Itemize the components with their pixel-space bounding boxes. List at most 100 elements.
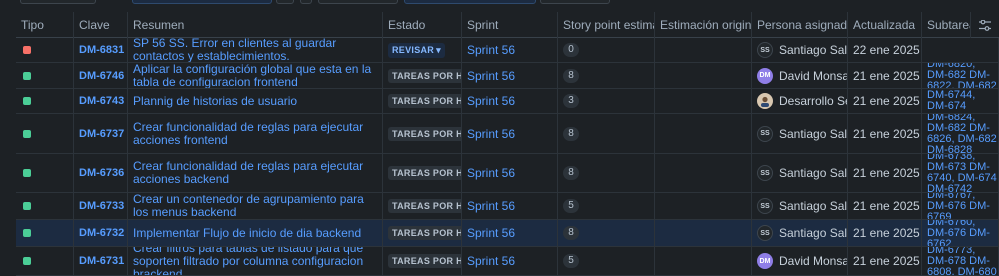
toolbar-control[interactable] bbox=[300, 0, 312, 4]
assignee-name[interactable]: Santiago Salgado bbox=[779, 226, 847, 240]
table-row[interactable]: DM-6732 Implementar Flujo de inicio de di… bbox=[16, 220, 999, 247]
issue-key-link[interactable]: DM-6732 bbox=[79, 227, 124, 239]
story-point-badge[interactable]: 3 bbox=[563, 94, 579, 108]
issue-summary-link[interactable]: Crear filtros para tablas de listado par… bbox=[133, 247, 382, 275]
sprint-link[interactable]: Sprint 56 bbox=[467, 69, 515, 83]
story-point-badge[interactable]: 8 bbox=[563, 68, 579, 83]
status-badge[interactable]: TAREAS POR HAC... bbox=[388, 126, 461, 141]
avatar: SS bbox=[757, 225, 773, 241]
column-header-estado[interactable]: Estado bbox=[383, 12, 462, 38]
issue-key-link[interactable]: DM-6743 bbox=[79, 95, 124, 107]
cell-subtasks: DM-6767, DM-676 DM-6769 bbox=[922, 193, 999, 219]
subtasks-links[interactable]: DM-6820, DM-682 DM-6822, DM-682 bbox=[927, 63, 998, 88]
subtasks-links[interactable]: DM-6773, DM-678 DM-6808, DM-680 bbox=[927, 247, 998, 275]
assignee-name[interactable]: David Monsalve bbox=[779, 254, 847, 268]
sprint-link[interactable]: Sprint 56 bbox=[467, 94, 515, 108]
cell-persona: DM David Monsalve bbox=[752, 247, 848, 275]
issue-summary-link[interactable]: Implementar Flujo de inicio de dia backe… bbox=[133, 226, 369, 240]
sprint-link[interactable]: Sprint 56 bbox=[467, 254, 515, 268]
status-badge[interactable]: TAREAS POR HAC... bbox=[388, 166, 461, 180]
table-row[interactable]: DM-6736 Crear funcionalidad de reglas par… bbox=[16, 154, 999, 193]
assignee-name[interactable]: Santiago Salgado bbox=[779, 199, 847, 213]
status-badge[interactable]: TAREAS POR HAC... bbox=[388, 199, 461, 213]
story-point-badge[interactable]: 5 bbox=[563, 199, 579, 213]
story-icon bbox=[23, 71, 31, 80]
cell-tipo bbox=[16, 193, 74, 219]
toolbar-control[interactable] bbox=[20, 0, 96, 4]
issue-key-link[interactable]: DM-6733 bbox=[79, 200, 124, 212]
cell-estimate bbox=[655, 247, 752, 275]
column-header-subtareas[interactable]: Subtareas bbox=[922, 12, 971, 38]
status-badge[interactable]: REVISAR ▾ bbox=[388, 42, 445, 58]
issue-summary-link[interactable]: SP 56 SS. Error en clientes al guardar c… bbox=[133, 38, 382, 62]
top-toolbar-edge bbox=[0, 0, 999, 10]
column-header-estimacion[interactable]: Estimación original bbox=[655, 12, 752, 38]
assignee-name[interactable]: Santiago Salgado bbox=[779, 166, 847, 180]
status-badge[interactable]: TAREAS POR HAC... bbox=[388, 226, 461, 240]
column-header-persona[interactable]: Persona asignada bbox=[752, 12, 848, 38]
subtasks-links[interactable]: DM-6738, DM-673 DM-6740, DM-674 DM-6742 bbox=[927, 154, 998, 192]
column-settings-button[interactable] bbox=[971, 12, 999, 38]
assignee-name[interactable]: Santiago Salgado bbox=[779, 127, 847, 141]
toolbar-control[interactable] bbox=[318, 0, 398, 4]
issue-key-link[interactable]: DM-6736 bbox=[79, 167, 124, 179]
cell-estimate bbox=[655, 114, 752, 153]
column-header-tipo[interactable]: Tipo bbox=[16, 12, 74, 38]
cell-sprint: Sprint 56 bbox=[462, 154, 558, 192]
issue-key-link[interactable]: DM-6737 bbox=[79, 128, 124, 140]
cell-persona: DM David Monsalve bbox=[752, 63, 848, 88]
issue-summary-link[interactable]: Crear funcionalidad de reglas para ejecu… bbox=[133, 120, 382, 147]
subtasks-links[interactable]: DM-6824, DM-682 DM-6826, DM-682 DM-6828 bbox=[927, 114, 998, 153]
subtasks-links[interactable]: DM-6760, DM-676 DM-6762 bbox=[927, 220, 998, 246]
column-header-actualizada[interactable]: Actualizada bbox=[848, 12, 922, 38]
subtasks-links[interactable]: DM-6767, DM-676 DM-6769 bbox=[927, 193, 998, 219]
cell-estado: REVISAR ▾ bbox=[383, 38, 462, 62]
cell-updated: 21 ene 2025 bbox=[848, 114, 922, 153]
cell-sp: 5 bbox=[558, 193, 655, 219]
sprint-link[interactable]: Sprint 56 bbox=[467, 166, 515, 180]
toolbar-control[interactable] bbox=[540, 0, 610, 4]
story-point-badge[interactable]: 0 bbox=[563, 43, 579, 57]
table-row[interactable]: DM-6733 Crear un contenedor de agrupamien… bbox=[16, 193, 999, 220]
sprint-link[interactable]: Sprint 56 bbox=[467, 226, 515, 240]
assignee-name[interactable]: Desarrollo Sebas... bbox=[779, 94, 847, 108]
status-badge[interactable]: TAREAS POR HAC... bbox=[388, 94, 461, 108]
column-header-sprint[interactable]: Sprint bbox=[462, 12, 558, 38]
story-point-badge[interactable]: 8 bbox=[563, 166, 579, 180]
table-row[interactable]: DM-6731 Crear filtros para tablas de list… bbox=[16, 247, 999, 276]
toolbar-control[interactable] bbox=[276, 0, 294, 4]
status-badge[interactable]: TAREAS POR HAC... bbox=[388, 254, 461, 268]
avatar: DM bbox=[757, 67, 773, 84]
issue-key-link[interactable]: DM-6746 bbox=[79, 70, 124, 82]
sprint-link[interactable]: Sprint 56 bbox=[467, 43, 515, 57]
story-point-badge[interactable]: 8 bbox=[563, 226, 579, 240]
issue-key-link[interactable]: DM-6731 bbox=[79, 255, 124, 267]
issue-summary-link[interactable]: Crear un contenedor de agrupamiento para… bbox=[133, 193, 382, 219]
sprint-link[interactable]: Sprint 56 bbox=[467, 199, 515, 213]
story-icon bbox=[23, 129, 31, 138]
story-point-badge[interactable]: 5 bbox=[563, 254, 579, 268]
story-point-badge[interactable]: 8 bbox=[563, 126, 579, 141]
toolbar-control[interactable] bbox=[132, 0, 272, 4]
toolbar-control[interactable] bbox=[404, 0, 536, 4]
column-header-clave[interactable]: Clave bbox=[74, 12, 128, 38]
sprint-link[interactable]: Sprint 56 bbox=[467, 127, 515, 141]
user-photo-icon bbox=[761, 96, 769, 107]
status-badge[interactable]: TAREAS POR HAC... bbox=[388, 68, 461, 83]
table-row[interactable]: DM-6831 SP 56 SS. Error en clientes al gu… bbox=[16, 38, 999, 63]
avatar: SS bbox=[757, 125, 773, 142]
column-header-story-points[interactable]: Story point estimate bbox=[558, 12, 655, 38]
assignee-name[interactable]: David Monsalve bbox=[779, 69, 847, 83]
assignee-name[interactable]: Santiago Salgado bbox=[779, 43, 847, 57]
cell-resumen: Crear filtros para tablas de listado par… bbox=[128, 247, 383, 275]
column-header-resumen[interactable]: Resumen bbox=[128, 12, 383, 38]
cell-sprint: Sprint 56 bbox=[462, 38, 558, 62]
table-row[interactable]: DM-6737 Crear funcionalidad de reglas par… bbox=[16, 114, 999, 154]
issue-summary-link[interactable]: Crear funcionalidad de reglas para ejecu… bbox=[133, 160, 382, 186]
issue-summary-link[interactable]: Aplicar la configuración global que esta… bbox=[133, 63, 382, 88]
issue-key-link[interactable]: DM-6831 bbox=[79, 44, 124, 56]
table-row[interactable]: DM-6746 Aplicar la configuración global q… bbox=[16, 63, 999, 89]
table-row[interactable]: DM-6743 Plannig de historias de usuario TA… bbox=[16, 89, 999, 114]
issue-summary-link[interactable]: Plannig de historias de usuario bbox=[133, 94, 305, 108]
subtasks-links[interactable]: DM-6744, DM-674 bbox=[927, 90, 998, 112]
